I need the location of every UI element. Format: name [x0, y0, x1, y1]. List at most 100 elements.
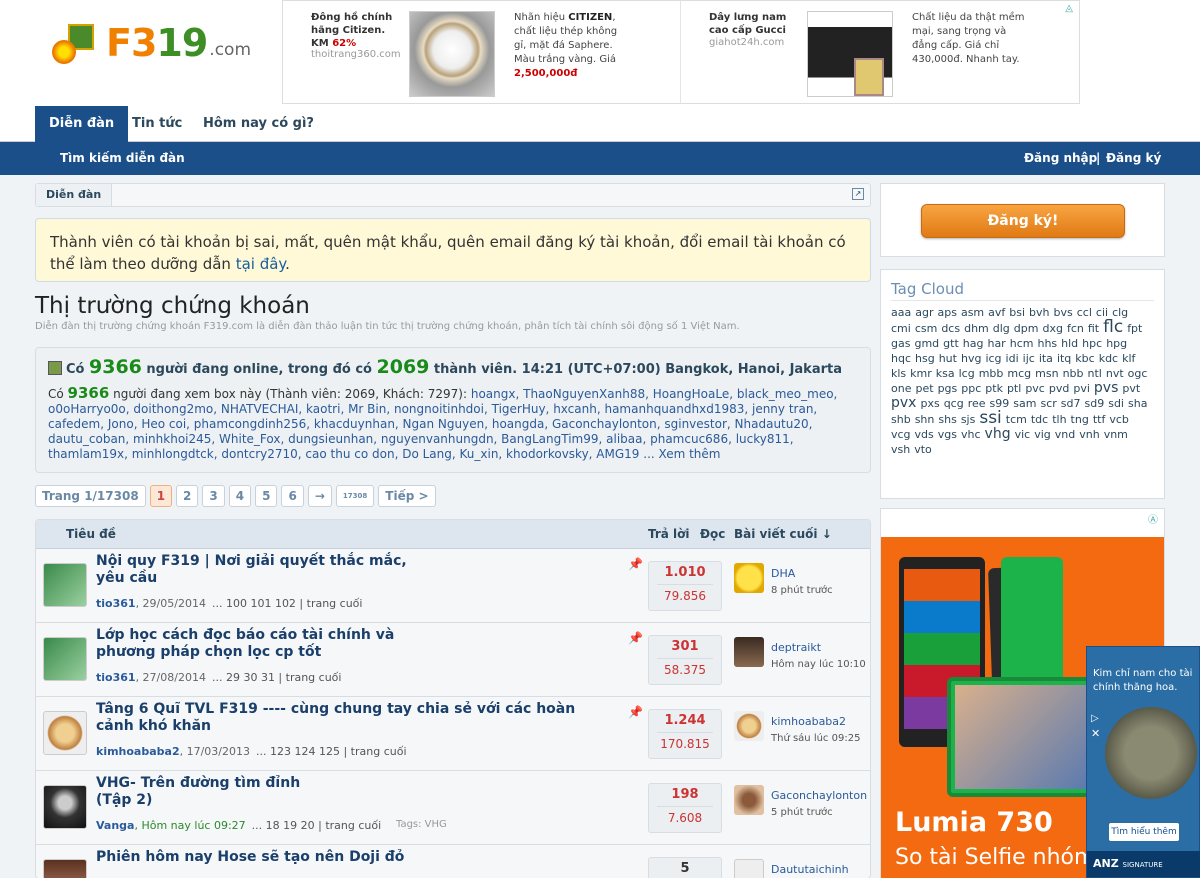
ad-citizen[interactable]: Đông hồ chính hãng Citizen. KM 62% thoit… [283, 1, 681, 103]
page-5[interactable]: 5 [255, 485, 278, 507]
thread-pages[interactable]: ... 100 101 102 | trang cuối [212, 597, 363, 610]
last-poster-avatar[interactable] [734, 785, 764, 815]
jump-icon[interactable]: ↗ [852, 188, 864, 200]
adchoices-icon[interactable]: ◬ [1065, 3, 1073, 14]
ad-title[interactable]: Đông hồ chính hãng Citizen. KM 62% [311, 11, 399, 50]
tag-link[interactable]: mcg [1007, 366, 1031, 381]
tag-link[interactable]: vic [1015, 427, 1031, 442]
tag-link[interactable]: hpc [1082, 336, 1102, 351]
col-replies[interactable]: Trả lời [648, 527, 690, 541]
tag-link[interactable]: kls [891, 366, 906, 381]
tag-link[interactable]: pvi [1073, 381, 1090, 396]
tag-link[interactable]: vhc [961, 427, 981, 442]
tag-link[interactable]: gas [891, 336, 910, 351]
tag-link[interactable]: avf [988, 305, 1005, 320]
tag-link[interactable]: klf [1122, 351, 1135, 366]
tag-link[interactable]: har [987, 336, 1005, 351]
tag-link[interactable]: bvh [1029, 305, 1049, 320]
thread-author[interactable]: kimhoababa2 [96, 745, 180, 758]
adchoices-icon[interactable]: ▷ [1091, 713, 1099, 724]
tag-link[interactable]: hvg [961, 351, 981, 366]
avatar[interactable] [43, 785, 87, 829]
thread-title[interactable]: Tâng 6 Quĩ TVL F319 ---- cùng chung tay … [96, 701, 576, 735]
tag-link[interactable]: fcn [1067, 321, 1084, 336]
last-poster[interactable]: Daututaichinh [771, 863, 849, 876]
tag-link[interactable]: idi [1006, 351, 1019, 366]
floating-ad[interactable]: Kim chỉ nam cho tài chính thăng hoa. ▷ ✕… [1086, 646, 1200, 878]
tag-link[interactable]: icg [985, 351, 1001, 366]
adchoices-icon[interactable]: Ⓐ [1148, 511, 1158, 526]
tag-link[interactable]: ksa [936, 366, 955, 381]
site-logo[interactable]: F319 .com [50, 20, 251, 66]
tag-link[interactable]: aps [937, 305, 956, 320]
tag-link[interactable]: fpt [1127, 321, 1142, 336]
tag-link[interactable]: qcg [944, 396, 964, 411]
tag-link[interactable]: shn [915, 412, 935, 427]
last-post-time[interactable]: 8 phút trước [771, 585, 833, 596]
tag-link[interactable]: pgs [938, 381, 958, 396]
login-link[interactable]: Đăng nhập [1024, 151, 1097, 165]
tag-link[interactable]: ijc [1023, 351, 1035, 366]
tag-link[interactable]: hqc [891, 351, 911, 366]
last-post-time[interactable]: 5 phút trước [771, 807, 833, 818]
tag-link[interactable]: tcm [1006, 412, 1027, 427]
tag-link[interactable]: pvs [1094, 381, 1118, 396]
thread-title[interactable]: VHG- Trên đường tìm đỉnh (Tập 2) [96, 775, 316, 809]
tag-link[interactable]: sha [1128, 396, 1147, 411]
next-page-button[interactable]: Tiếp > [378, 485, 436, 507]
thread-title[interactable]: Nội quy F319 | Nơi giải quyết thắc mắc, … [96, 553, 426, 587]
tag-link[interactable]: fit [1088, 321, 1099, 336]
tag-link[interactable]: sdi [1108, 396, 1124, 411]
register-button[interactable]: Đăng ký! [921, 204, 1125, 238]
thread-title[interactable]: Lớp học cách đọc báo cáo tài chính và ph… [96, 627, 426, 661]
col-title[interactable]: Tiêu đề [66, 527, 116, 541]
close-icon[interactable]: ✕ [1091, 727, 1100, 740]
notice-link[interactable]: tại đây [236, 255, 285, 273]
ad-title[interactable]: Dây lưng nam cao cấp Gucci [709, 11, 797, 37]
thread-author[interactable]: tio361 [96, 597, 136, 610]
page-6[interactable]: 6 [281, 485, 304, 507]
tag-link[interactable]: dcs [941, 321, 960, 336]
top-ad-banner[interactable]: Đông hồ chính hãng Citizen. KM 62% thoit… [282, 0, 1080, 104]
tag-link[interactable]: kdc [1099, 351, 1118, 366]
belt-image[interactable] [807, 11, 893, 97]
last-poster[interactable]: DHA [771, 567, 795, 580]
tag-link[interactable]: pvt [1122, 381, 1140, 396]
tag-link[interactable]: agr [915, 305, 933, 320]
last-poster-avatar[interactable] [734, 563, 764, 593]
tag-link[interactable]: ccl [1077, 305, 1092, 320]
tag-link[interactable]: sam [1013, 396, 1036, 411]
tag-link[interactable]: msn [1035, 366, 1058, 381]
tag-link[interactable]: vto [914, 442, 932, 457]
tag-link[interactable]: ssi [979, 410, 1001, 427]
page-2[interactable]: 2 [176, 485, 199, 507]
tag-link[interactable]: scr [1040, 396, 1056, 411]
tag-link[interactable]: kbc [1075, 351, 1094, 366]
tag-link[interactable]: pvx [891, 396, 916, 411]
last-poster-avatar[interactable] [734, 637, 764, 667]
page-last[interactable]: 17308 [335, 485, 375, 507]
last-poster[interactable]: deptraikt [771, 641, 821, 654]
tag-link[interactable]: ttf [1093, 412, 1106, 427]
tag-link[interactable]: tdc [1031, 412, 1048, 427]
last-post-time[interactable]: Hôm nay lúc 10:10 [771, 659, 866, 670]
tag-link[interactable]: one [891, 381, 911, 396]
tag-link[interactable]: dpm [1014, 321, 1039, 336]
col-last-post[interactable]: Bài viết cuối ↓ [734, 527, 832, 541]
tag-link[interactable]: ppc [961, 381, 981, 396]
thread-tags[interactable]: Tags: VHG [396, 819, 447, 830]
tag-link[interactable]: vcb [1109, 412, 1129, 427]
page-1[interactable]: 1 [149, 485, 173, 507]
tab-news[interactable]: Tin tức [118, 106, 196, 142]
last-poster-avatar[interactable] [734, 859, 764, 878]
tag-link[interactable]: sd7 [1061, 396, 1081, 411]
breadcrumb-forum[interactable]: Diễn đàn [36, 184, 113, 206]
tag-link[interactable]: bsi [1009, 305, 1025, 320]
tag-link[interactable]: nbb [1063, 366, 1084, 381]
tag-link[interactable]: mbb [979, 366, 1004, 381]
tag-link[interactable]: flc [1103, 319, 1123, 336]
tag-link[interactable]: vhg [985, 427, 1011, 442]
thread-title[interactable]: Phiên hôm nay Hose sẽ tạo nên Doji đỏ [96, 849, 426, 866]
tag-link[interactable]: cmi [891, 321, 911, 336]
tag-link[interactable]: pxs [920, 396, 939, 411]
